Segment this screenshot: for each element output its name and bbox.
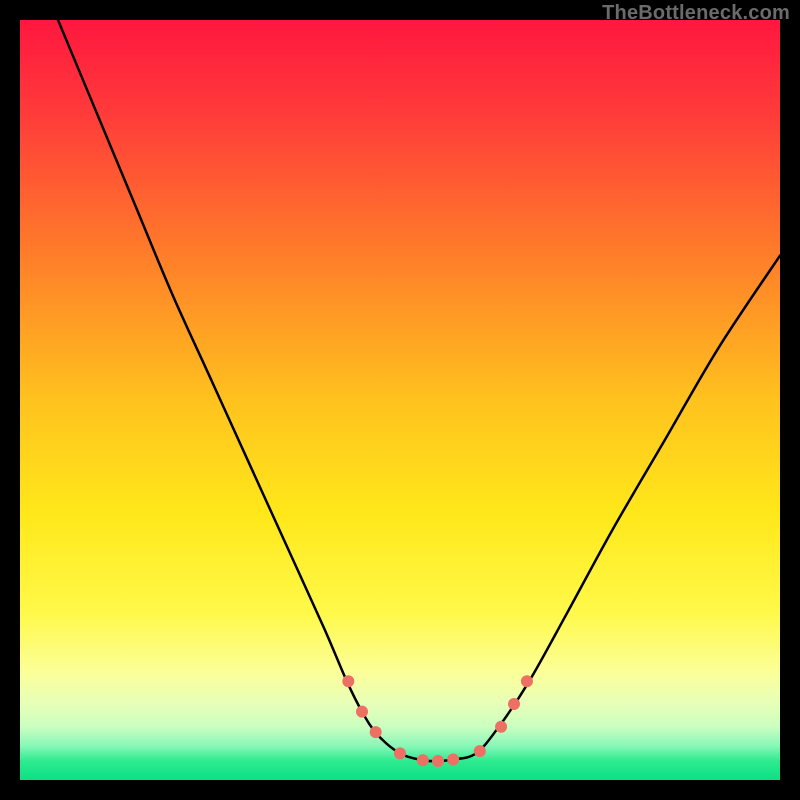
marker-point	[508, 698, 520, 710]
marker-point	[356, 706, 368, 718]
marker-point	[495, 721, 507, 733]
marker-point	[474, 745, 486, 757]
chart-frame: TheBottleneck.com	[0, 0, 800, 800]
marker-point	[432, 755, 444, 767]
marker-point	[417, 754, 429, 766]
plot-area	[20, 20, 780, 780]
chart-curve-layer	[20, 20, 780, 780]
marker-point	[394, 747, 406, 759]
marker-point	[521, 675, 533, 687]
marker-point	[447, 753, 459, 765]
attribution-text: TheBottleneck.com	[602, 2, 790, 25]
marker-point	[342, 675, 354, 687]
bottleneck-curve	[58, 20, 780, 761]
marker-point	[370, 726, 382, 738]
